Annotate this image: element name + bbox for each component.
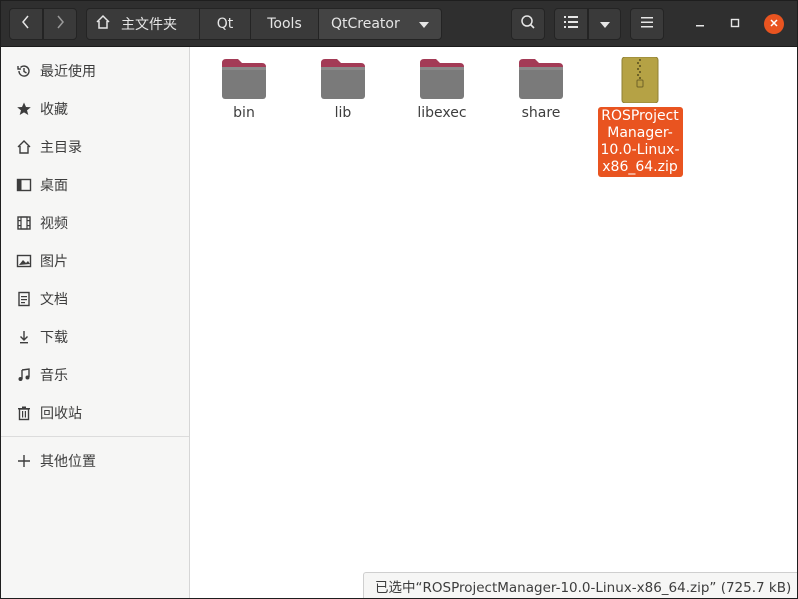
folder-icon xyxy=(519,59,563,99)
selection-status-text: 已选中“ROSProjectManager-10.0-Linux-x86_64.… xyxy=(375,579,792,596)
breadcrumb-qt[interactable]: Qt xyxy=(200,8,251,40)
header-bar: 主文件夹 Qt Tools QtCreator xyxy=(1,1,797,47)
home-icon xyxy=(15,138,33,156)
breadcrumb-home[interactable]: 主文件夹 xyxy=(86,8,200,40)
back-button[interactable] xyxy=(9,8,43,40)
download-icon xyxy=(15,328,33,346)
sidebar-item-trash[interactable]: 回收站 xyxy=(1,395,189,431)
recent-clock-icon xyxy=(15,62,33,80)
picture-icon xyxy=(15,252,33,270)
view-toggle-button[interactable] xyxy=(554,8,588,40)
plus-icon xyxy=(15,452,33,470)
folder-icon xyxy=(222,59,266,99)
file-manager-window: 主文件夹 Qt Tools QtCreator 最近使用 收藏 主目录 桌面 视… xyxy=(0,0,798,599)
breadcrumb-tools-label: Tools xyxy=(267,16,302,32)
sidebar-item-videos[interactable]: 视频 xyxy=(1,205,189,241)
file-name: bin xyxy=(233,105,255,121)
sidebar-item-downloads[interactable]: 下载 xyxy=(1,319,189,355)
star-icon xyxy=(15,100,33,118)
dropdown-arrow-icon xyxy=(599,16,610,32)
sidebar-item-label: 主目录 xyxy=(40,140,82,156)
sidebar-item-recent[interactable]: 最近使用 xyxy=(1,53,189,89)
breadcrumb-qtcreator-label: QtCreator xyxy=(331,16,400,32)
search-button[interactable] xyxy=(511,8,545,40)
document-icon xyxy=(15,290,33,308)
list-view-icon xyxy=(564,16,578,32)
sidebar-item-label: 下载 xyxy=(40,330,68,346)
sidebar-item-label: 音乐 xyxy=(40,368,68,384)
sidebar-separator xyxy=(1,436,189,437)
file-name: share xyxy=(521,105,561,121)
minimize-icon xyxy=(695,17,705,32)
hamburger-menu-icon xyxy=(641,16,653,32)
breadcrumb-tools[interactable]: Tools xyxy=(251,8,319,40)
sidebar-item-label: 图片 xyxy=(40,254,68,270)
chevron-right-icon xyxy=(55,15,65,33)
view-options-dropdown[interactable] xyxy=(588,8,621,40)
maximize-button[interactable] xyxy=(725,14,745,34)
sidebar-item-other-locations[interactable]: 其他位置 xyxy=(1,443,189,479)
breadcrumb-home-label: 主文件夹 xyxy=(121,17,177,33)
close-icon xyxy=(769,17,779,31)
trash-icon xyxy=(15,404,33,422)
close-button[interactable] xyxy=(764,14,784,34)
sidebar-item-label: 视频 xyxy=(40,216,68,232)
dropdown-arrow-icon xyxy=(419,16,429,32)
maximize-icon xyxy=(730,17,740,32)
sidebar-item-label: 收藏 xyxy=(40,102,68,118)
search-icon xyxy=(520,14,536,34)
forward-button[interactable] xyxy=(43,8,77,40)
sidebar-item-label: 其他位置 xyxy=(40,454,96,470)
sidebar-item-label: 回收站 xyxy=(40,406,82,422)
sidebar: 最近使用 收藏 主目录 桌面 视频 图片 文档 下载 音乐 回收站 其他位置 xyxy=(1,47,190,598)
breadcrumb: 主文件夹 Qt Tools QtCreator xyxy=(86,8,442,40)
zip-archive-icon xyxy=(621,57,659,103)
sidebar-item-label: 文档 xyxy=(40,292,68,308)
folder-icon xyxy=(321,59,365,99)
music-icon xyxy=(15,366,33,384)
breadcrumb-qt-label: Qt xyxy=(216,16,234,32)
file-item-share[interactable]: share xyxy=(496,57,586,122)
file-item-libexec[interactable]: libexec xyxy=(397,57,487,122)
sidebar-item-pictures[interactable]: 图片 xyxy=(1,243,189,279)
folder-icon xyxy=(420,59,464,99)
breadcrumb-qtcreator[interactable]: QtCreator xyxy=(319,8,442,40)
desktop-icon xyxy=(15,176,33,194)
chevron-left-icon xyxy=(21,15,31,33)
sidebar-item-desktop[interactable]: 桌面 xyxy=(1,167,189,203)
video-icon xyxy=(15,214,33,232)
sidebar-item-label: 最近使用 xyxy=(40,64,96,80)
file-item-lib[interactable]: lib xyxy=(298,57,388,122)
main-menu-button[interactable] xyxy=(630,8,664,40)
file-item-zip-selected[interactable]: ROSProject Manager-10.0-Linux-x86_64.zip xyxy=(595,57,685,177)
minimize-button[interactable] xyxy=(690,14,710,34)
file-name: lib xyxy=(334,105,352,121)
file-name: libexec xyxy=(417,105,467,121)
file-name: ROSProject Manager-10.0-Linux-x86_64.zip xyxy=(597,107,683,177)
file-view: bin lib libexec share ROSProject Manager… xyxy=(191,47,797,598)
sidebar-item-label: 桌面 xyxy=(40,178,68,194)
sidebar-item-starred[interactable]: 收藏 xyxy=(1,91,189,127)
sidebar-item-music[interactable]: 音乐 xyxy=(1,357,189,393)
status-bar: 已选中“ROSProjectManager-10.0-Linux-x86_64.… xyxy=(363,572,797,598)
file-item-bin[interactable]: bin xyxy=(199,57,289,122)
sidebar-item-documents[interactable]: 文档 xyxy=(1,281,189,317)
sidebar-item-home[interactable]: 主目录 xyxy=(1,129,189,165)
home-icon xyxy=(95,14,111,34)
